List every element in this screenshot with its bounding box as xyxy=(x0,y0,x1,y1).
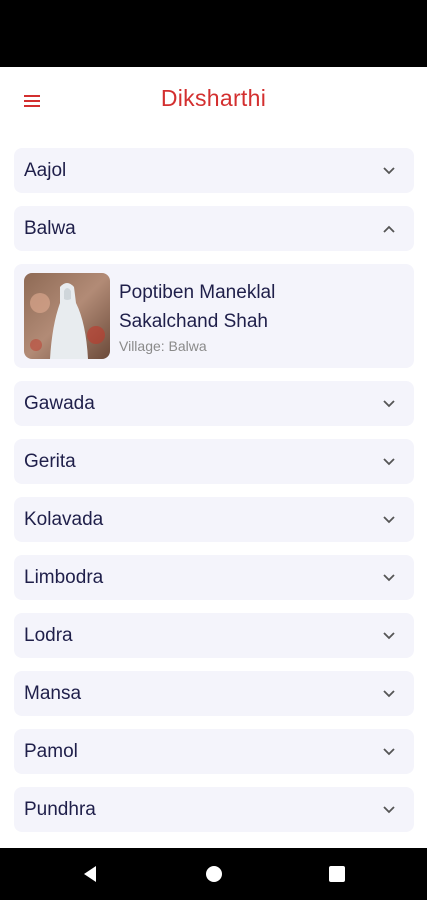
village-item-pundhra[interactable]: Pundhra xyxy=(14,787,414,832)
back-triangle-icon xyxy=(84,866,96,882)
village-label: Aajol xyxy=(24,159,67,181)
app-title: Diksharthi xyxy=(160,85,267,111)
diksharthi-card[interactable]: Poptiben Maneklal Sakalchand Shah Villag… xyxy=(14,264,414,368)
back-button[interactable] xyxy=(78,862,102,886)
chevron-down-icon xyxy=(382,455,396,469)
village-item-pamol[interactable]: Pamol xyxy=(14,729,414,774)
system-nav-bar xyxy=(0,848,427,900)
village-item-gerita[interactable]: Gerita xyxy=(14,439,414,484)
village-label: Balwa xyxy=(24,217,76,239)
chevron-down-icon xyxy=(382,164,396,178)
village-label: Pundhra xyxy=(24,798,96,820)
chevron-down-icon xyxy=(382,571,396,585)
village-label: Limbodra xyxy=(24,566,104,588)
diksharthi-name-line2: Sakalchand Shah xyxy=(119,311,268,332)
village-item-gawada[interactable]: Gawada xyxy=(14,381,414,426)
village-label: Pamol xyxy=(24,740,78,762)
recents-square-icon xyxy=(329,866,345,882)
diksharthi-name-line1: Poptiben Maneklal xyxy=(119,282,276,303)
village-item-mansa[interactable]: Mansa xyxy=(14,671,414,716)
village-item-balwa[interactable]: Balwa xyxy=(14,206,414,251)
chevron-down-icon xyxy=(382,397,396,411)
village-list: Aajol Balwa Poptiben Maneklal Sakalchand… xyxy=(14,148,414,845)
home-button[interactable] xyxy=(202,862,226,886)
diksharthi-village: Village: Balwa xyxy=(119,338,207,354)
status-bar xyxy=(0,0,427,67)
village-item-kolavada[interactable]: Kolavada xyxy=(14,497,414,542)
profile-image xyxy=(24,273,110,359)
village-label: Gawada xyxy=(24,392,95,414)
chevron-down-icon xyxy=(382,803,396,817)
village-item-lodra[interactable]: Lodra xyxy=(14,613,414,658)
chevron-up-icon xyxy=(382,222,396,236)
village-label: Gerita xyxy=(24,450,76,472)
village-label: Lodra xyxy=(24,624,73,646)
village-item-aajol[interactable]: Aajol xyxy=(14,148,414,193)
village-label: Kolavada xyxy=(24,508,104,530)
village-item-limbodra[interactable]: Limbodra xyxy=(14,555,414,600)
recents-button[interactable] xyxy=(325,862,349,886)
village-label: Mansa xyxy=(24,682,82,704)
app-bar: Diksharthi xyxy=(0,67,427,135)
chevron-down-icon xyxy=(382,687,396,701)
chevron-down-icon xyxy=(382,513,396,527)
home-circle-icon xyxy=(206,866,222,882)
chevron-down-icon xyxy=(382,629,396,643)
chevron-down-icon xyxy=(382,745,396,759)
